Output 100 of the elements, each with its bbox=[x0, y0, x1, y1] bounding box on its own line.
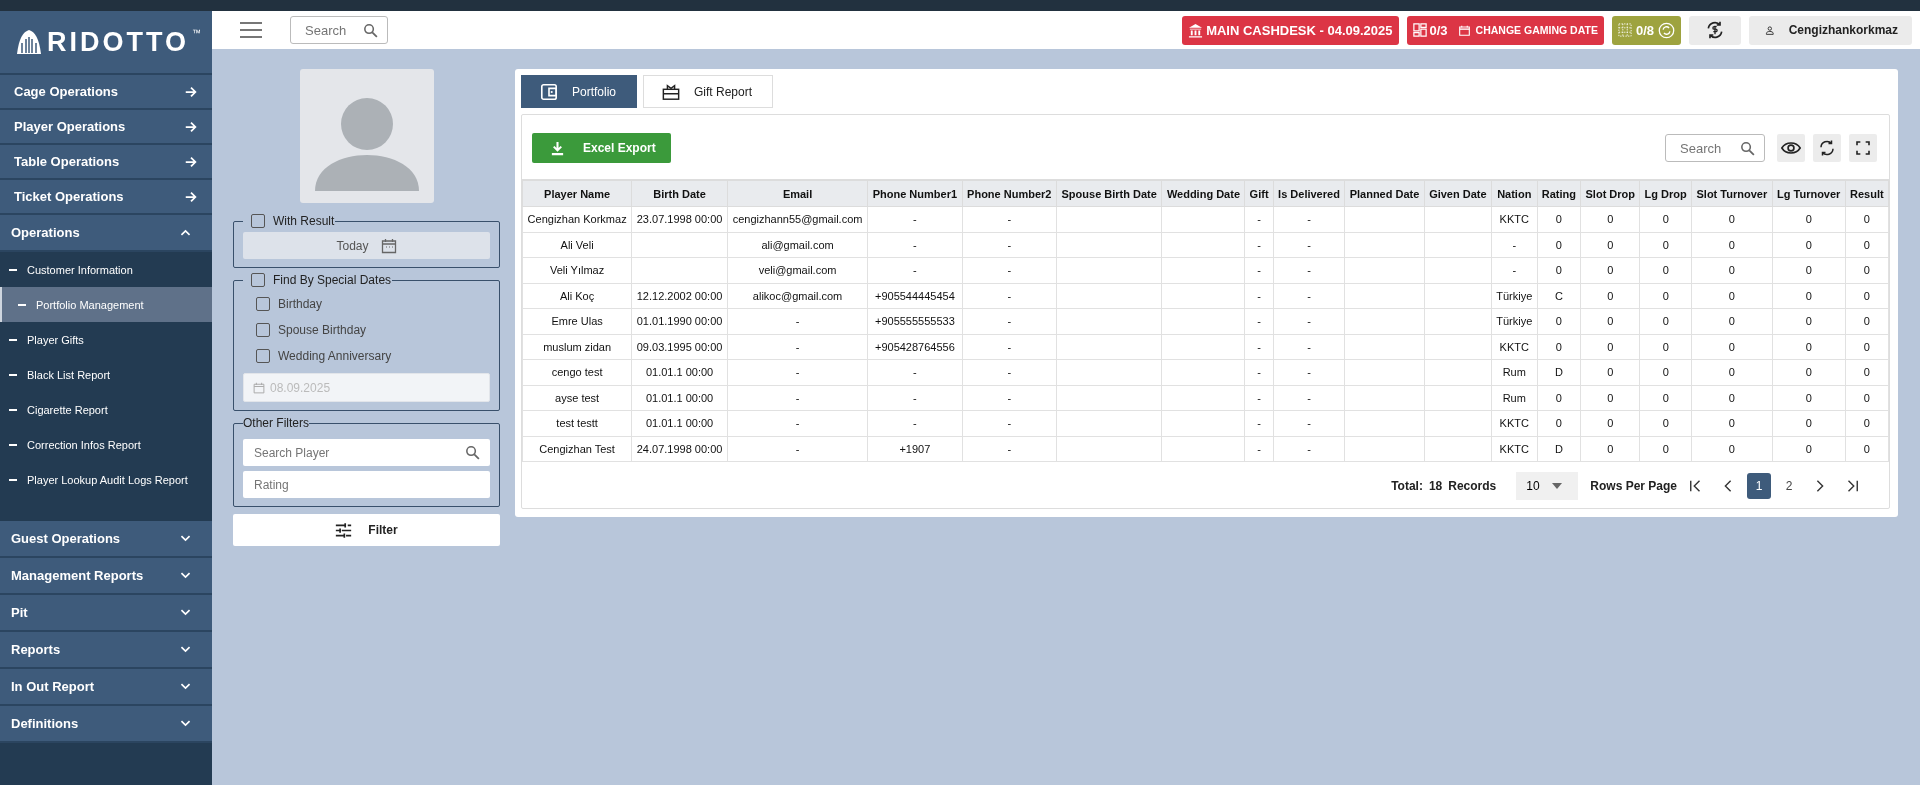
table-cell: 0 bbox=[1662, 366, 1669, 379]
column-header[interactable]: Gift bbox=[1244, 180, 1274, 207]
column-header[interactable]: Phone Number2 bbox=[962, 180, 1057, 207]
table-cell: - bbox=[1307, 417, 1311, 430]
last-page-icon[interactable] bbox=[1845, 479, 1859, 493]
nav-group[interactable]: Operations bbox=[0, 215, 212, 252]
table-cell: 0 bbox=[1805, 442, 1812, 455]
table-cell: 0 bbox=[1662, 315, 1669, 328]
table-cell: - bbox=[1007, 264, 1012, 277]
table-cell: 0 bbox=[1607, 340, 1614, 353]
table-cell: - bbox=[1307, 289, 1311, 302]
checkbox[interactable] bbox=[256, 349, 270, 363]
column-header[interactable]: Planned Date bbox=[1344, 180, 1425, 207]
nav-subitem[interactable]: Cigarette Report bbox=[0, 392, 212, 427]
nav-subitem[interactable]: Portfolio Management bbox=[0, 287, 212, 322]
nav-group[interactable]: In Out Report bbox=[0, 669, 212, 706]
column-header[interactable]: Spouse Birth Date bbox=[1056, 180, 1162, 207]
fullscreen-button[interactable] bbox=[1849, 134, 1877, 162]
nav-subitem[interactable]: Black List Report bbox=[0, 357, 212, 392]
user-menu-button[interactable]: Cengizhankorkmaz bbox=[1749, 15, 1912, 45]
excel-export-button[interactable]: Excel Export bbox=[532, 133, 671, 163]
page-button[interactable]: 2 bbox=[1777, 473, 1801, 499]
search-field[interactable]: Search bbox=[1665, 134, 1765, 162]
table-cell: 0 bbox=[1863, 213, 1870, 226]
nav-subitem[interactable]: Player Lookup Audit Logs Report bbox=[0, 462, 212, 497]
nav-group[interactable]: Guest Operations bbox=[0, 521, 212, 558]
column-header[interactable]: Is Delivered bbox=[1273, 180, 1345, 207]
table-cell: 0 bbox=[1863, 315, 1870, 328]
column-header[interactable]: Result bbox=[1845, 180, 1889, 207]
column-header[interactable]: Nation bbox=[1491, 180, 1537, 207]
dashboard-icon bbox=[1412, 23, 1427, 37]
rows-per-page-label: Rows Per Page bbox=[1590, 479, 1677, 493]
cashdesk-button[interactable]: MAIN CASHDESK - 04.09.2025 bbox=[1182, 15, 1399, 45]
filter-button[interactable]: Filter bbox=[233, 514, 500, 546]
visibility-button[interactable] bbox=[1777, 134, 1805, 162]
input-field[interactable]: Rating bbox=[243, 471, 490, 498]
column-header[interactable]: Lg Drop bbox=[1639, 180, 1692, 207]
checkbox[interactable] bbox=[251, 214, 265, 228]
table-cell: Cengizhan Korkmaz bbox=[527, 213, 627, 226]
column-header[interactable]: Slot Drop bbox=[1580, 180, 1640, 207]
column-header[interactable]: Email bbox=[727, 180, 868, 207]
table-cell: - bbox=[1007, 442, 1012, 455]
tab[interactable]: Portfolio bbox=[521, 75, 638, 108]
checkbox[interactable] bbox=[256, 323, 270, 337]
table-cell: 23.07.1998 00:00 bbox=[636, 213, 723, 226]
table-cell: muslum zidan bbox=[543, 340, 612, 353]
search-icon bbox=[362, 21, 379, 39]
table-cell: - bbox=[1307, 442, 1311, 455]
nav-group[interactable]: Pit bbox=[0, 595, 212, 632]
checkbox[interactable] bbox=[256, 297, 270, 311]
page-button[interactable]: 1 bbox=[1747, 473, 1771, 499]
search-field[interactable]: Search Player bbox=[243, 439, 490, 466]
table-cell: cengizhann55@gmail.com bbox=[732, 213, 863, 226]
nav-item[interactable]: Player Operations bbox=[0, 110, 212, 145]
nav-subitem[interactable]: Customer Information bbox=[0, 252, 212, 287]
column-header[interactable]: Player Name bbox=[522, 180, 632, 207]
refresh-button[interactable] bbox=[1813, 134, 1841, 162]
checkbox[interactable] bbox=[251, 273, 265, 287]
currency-exchange-button[interactable] bbox=[1689, 15, 1741, 45]
tab[interactable]: Gift Report bbox=[643, 75, 774, 108]
table-cell: ayse test bbox=[555, 391, 600, 404]
table-cell: 0 bbox=[1607, 289, 1614, 302]
menu-icon[interactable] bbox=[240, 22, 262, 38]
table-cell: 0 bbox=[1607, 366, 1614, 379]
column-header[interactable]: Phone Number1 bbox=[867, 180, 963, 207]
sync-icon bbox=[1658, 21, 1675, 39]
nav-group[interactable]: Management Reports bbox=[0, 558, 212, 595]
table-cell: - bbox=[1257, 238, 1261, 251]
table-cell: 0 bbox=[1607, 315, 1614, 328]
table-cell: 0 bbox=[1555, 417, 1562, 430]
nav-group[interactable]: Definitions bbox=[0, 706, 212, 743]
column-header[interactable]: Wedding Date bbox=[1161, 180, 1245, 207]
table-cell: 0 bbox=[1805, 366, 1812, 379]
calendar-icon bbox=[380, 237, 397, 254]
nav-item[interactable]: Ticket Operations bbox=[0, 180, 212, 215]
table-cell: 0 bbox=[1728, 264, 1735, 277]
column-header[interactable]: Given Date bbox=[1424, 180, 1492, 207]
nav-item[interactable]: Table Operations bbox=[0, 145, 212, 180]
column-header[interactable]: Rating bbox=[1537, 180, 1581, 207]
search-field[interactable]: Search bbox=[290, 16, 388, 44]
table-cell: - bbox=[1257, 340, 1261, 353]
nav-item[interactable]: Cage Operations bbox=[0, 75, 212, 110]
checkbox-label: Find By Special Dates bbox=[273, 273, 392, 287]
wallet-icon bbox=[540, 82, 558, 101]
nav-subitem[interactable]: Player Gifts bbox=[0, 322, 212, 357]
gaming-date-button[interactable]: 0/3 CHANGE GAMING DATE bbox=[1406, 15, 1604, 45]
column-header[interactable]: Lg Turnover bbox=[1772, 180, 1846, 207]
nav-subitem[interactable]: Correction Infos Report bbox=[0, 427, 212, 462]
nav-group[interactable]: Reports bbox=[0, 632, 212, 669]
first-page-icon[interactable] bbox=[1689, 479, 1703, 493]
table-cell: 0 bbox=[1607, 391, 1614, 404]
date-picker-button[interactable]: Today bbox=[243, 232, 490, 259]
gift-icon bbox=[662, 82, 681, 101]
column-header[interactable]: Birth Date bbox=[631, 180, 728, 207]
table-cell: 0 bbox=[1662, 289, 1669, 302]
table-cell: KKTC bbox=[1499, 442, 1529, 455]
table-cell: - bbox=[1007, 315, 1012, 328]
column-header[interactable]: Slot Turnover bbox=[1691, 180, 1773, 207]
rows-per-page-dropdown[interactable]: 10 bbox=[1516, 472, 1579, 500]
table-cell: D bbox=[1554, 442, 1563, 455]
